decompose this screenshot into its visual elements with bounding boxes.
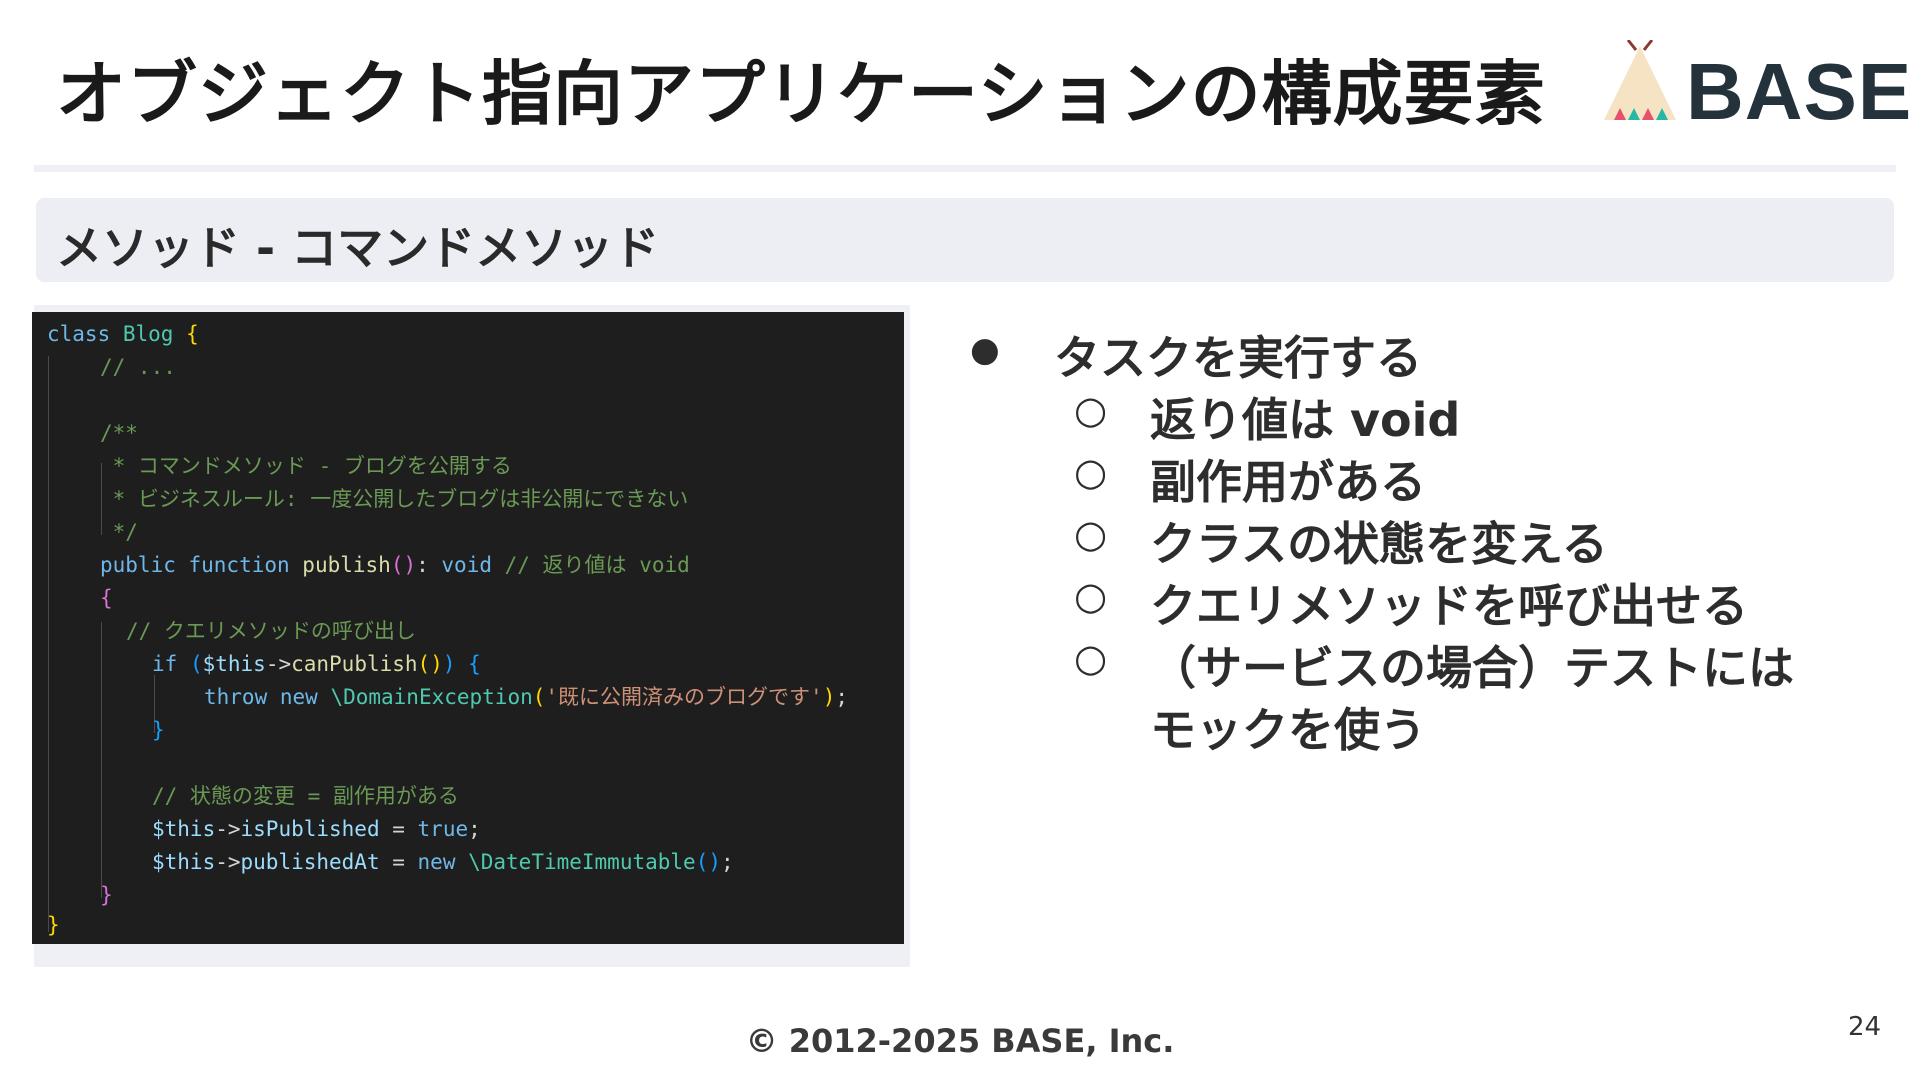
code-token: -> (215, 850, 241, 874)
code-token: ; (835, 685, 848, 709)
indent-guide (48, 356, 49, 932)
code-token: // 返り値は void (491, 553, 690, 577)
code-token: throw new (204, 685, 318, 709)
code-line: // ... (100, 355, 176, 379)
bullet-text: タスクを実行する (1054, 331, 1422, 385)
code-line: * ビジネスルール: 一度公開したブログは非公開にできない (100, 487, 689, 511)
code-token: : (416, 553, 442, 577)
code-token: new (417, 850, 456, 874)
code-line: } (152, 718, 165, 742)
code-line: class Blog { (47, 318, 199, 350)
code-token: publish (289, 553, 391, 577)
code-token: ( (189, 652, 203, 676)
sub-bullet-text: （サービスの場合）テストには (1150, 641, 1794, 695)
code-token: public function (100, 553, 290, 577)
code-line: // 状態の変更 = 副作用がある (152, 784, 459, 808)
code-line: */ (100, 520, 138, 544)
section-title: メソッド - コマンドメソッド (56, 221, 660, 275)
code-line: { (100, 586, 113, 610)
sub-bullet-text: 返り値は void (1150, 393, 1461, 447)
code-token: \DomainException (317, 685, 533, 709)
code-token: -> (265, 652, 292, 676)
code-token: { (455, 652, 481, 676)
code-token: Blog (110, 322, 187, 346)
copyright-footer: © 2012-2025 BASE, Inc. (745, 1022, 1175, 1060)
code-line: public function publish(): void // 返り値は … (100, 549, 690, 581)
code-token: publishedAt (240, 850, 380, 874)
base-logo: BASE (1600, 40, 1911, 136)
code-token: if (152, 652, 190, 676)
code-token: ; (720, 850, 734, 874)
code-token: $this (152, 817, 216, 841)
indent-guide (101, 622, 102, 898)
sub-bullet-text: 副作用がある (1150, 455, 1426, 509)
code-line: $this->isPublished = true; (152, 813, 481, 845)
sub-bullet-marker: ○ (1074, 574, 1108, 618)
code-line: } (100, 883, 113, 907)
code-token: ) (442, 652, 456, 676)
code-token: () (417, 652, 443, 676)
code-token: '既に公開済みのブログです' (545, 685, 823, 709)
code-token: ; (468, 817, 481, 841)
logo-text: BASE (1686, 47, 1913, 136)
code-token: void (441, 553, 492, 577)
sub-bullet-marker: ○ (1074, 388, 1108, 432)
code-token: { (186, 322, 199, 346)
code-token: \DateTimeImmutable (455, 850, 696, 874)
code-line: // クエリメソッドの呼び出し (126, 619, 416, 643)
code-token: () (390, 553, 417, 577)
code-block: class Blog { // ... /** * コマンドメソッド - ブログ… (32, 312, 904, 944)
code-token: $this (152, 850, 216, 874)
page-number: 24 (1848, 1012, 1882, 1042)
code-token: ) (822, 685, 836, 709)
code-token: = (379, 850, 418, 874)
code-token: = (379, 817, 418, 841)
code-line: /** (100, 421, 138, 445)
code-line: $this->publishedAt = new \DateTimeImmuta… (152, 846, 734, 878)
section-bar: メソッド - コマンドメソッド (36, 198, 1894, 282)
teepee-icon (1604, 40, 1676, 120)
sub-bullet-marker: ○ (1074, 512, 1108, 556)
title-divider (34, 165, 1896, 172)
code-line: if ($this->canPublish()) { (152, 648, 481, 680)
code-token: isPublished (240, 817, 380, 841)
sub-bullet-marker: ○ (1074, 636, 1108, 680)
slide-title: オブジェクト指向アプリケーションの構成要素 (56, 53, 1546, 135)
code-token: canPublish (291, 652, 418, 676)
code-line: * コマンドメソッド - ブログを公開する (100, 454, 512, 478)
code-line: throw new \DomainException('既に公開済みのブログです… (204, 681, 848, 713)
code-token: ( (532, 685, 546, 709)
sub-bullet-text: モックを使う (1150, 703, 1426, 757)
code-token: class (47, 322, 111, 346)
sub-bullet-text: クエリメソッドを呼び出せる (1150, 579, 1748, 633)
bullet-marker: ● (970, 330, 1000, 370)
sub-bullet-marker: ○ (1074, 450, 1108, 494)
code-token: $this (202, 652, 266, 676)
code-token: () (695, 850, 721, 874)
code-token: true (417, 817, 469, 841)
sub-bullet-text: クラスの状態を変える (1150, 517, 1608, 571)
code-line: } (47, 913, 60, 937)
code-token: -> (215, 817, 241, 841)
